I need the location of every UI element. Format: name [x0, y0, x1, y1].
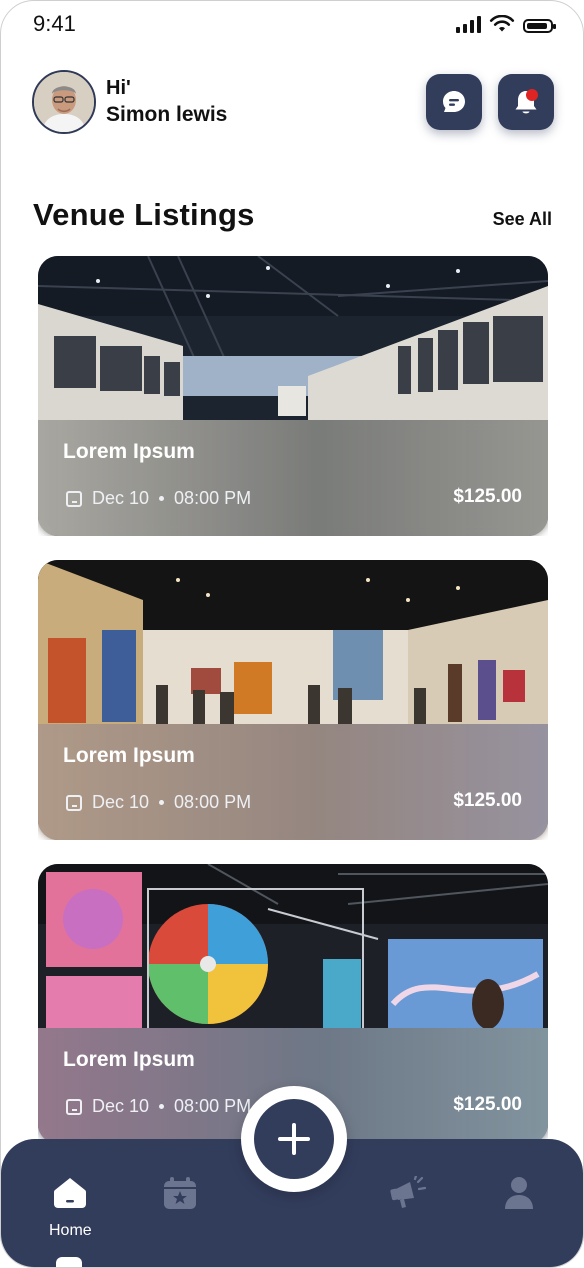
venue-card[interactable]: Lorem Ipsum Dec 10 08:00 PM $125.00	[38, 256, 548, 536]
card-info-panel: Lorem Ipsum Dec 10 08:00 PM $125.00	[38, 724, 548, 840]
wifi-icon	[489, 15, 515, 32]
user-avatar-image	[34, 72, 94, 132]
megaphone-icon	[390, 1176, 427, 1208]
greeting-block: Hi' Simon lewis	[106, 75, 227, 129]
status-icons	[456, 15, 556, 33]
card-info-panel: Lorem Ipsum Dec 10 08:00 PM $125.00	[38, 420, 548, 536]
calendar-icon	[66, 1098, 82, 1115]
greeting-text: Hi'	[106, 77, 131, 99]
avatar[interactable]	[32, 70, 96, 134]
card-time: 08:00 PM	[174, 792, 252, 812]
card-price: $125.00	[453, 790, 522, 811]
card-meta: Dec 10 08:00 PM	[66, 488, 251, 509]
add-button[interactable]	[254, 1099, 334, 1179]
nav-promotions[interactable]	[390, 1176, 428, 1210]
profile-icon	[505, 1177, 533, 1209]
nav-profile[interactable]	[504, 1176, 534, 1210]
calendar-star-icon	[164, 1177, 196, 1209]
card-date: Dec 10	[92, 488, 150, 508]
card-meta: Dec 10 08:00 PM	[66, 792, 251, 813]
user-name: Simon lewis	[106, 103, 228, 126]
card-title: Lorem Ipsum	[63, 744, 195, 767]
calendar-icon	[66, 490, 82, 507]
nav-home-label: Home	[49, 1222, 92, 1239]
chat-button[interactable]	[426, 74, 482, 130]
card-date: Dec 10	[92, 792, 150, 812]
calendar-icon	[66, 794, 82, 811]
venue-card[interactable]: Lorem Ipsum Dec 10 08:00 PM $125.00	[38, 560, 548, 840]
separator-dot	[159, 1104, 165, 1109]
card-title: Lorem Ipsum	[63, 1048, 195, 1071]
phone-screen: 9:41 Hi' Simon lewis Venue Listings See …	[0, 0, 584, 1268]
card-time: 08:00 PM	[174, 1096, 252, 1116]
notification-badge	[526, 89, 538, 101]
section-title: Venue Listings	[33, 197, 255, 232]
card-time: 08:00 PM	[174, 488, 252, 508]
notification-button[interactable]	[498, 74, 554, 130]
card-date: Dec 10	[92, 1096, 150, 1116]
plus-icon	[278, 1123, 310, 1155]
status-time: 9:41	[33, 11, 76, 36]
separator-dot	[159, 800, 165, 805]
card-title: Lorem Ipsum	[63, 440, 195, 463]
card-price: $125.00	[453, 486, 522, 507]
separator-dot	[159, 496, 165, 501]
card-price: $125.00	[453, 1094, 522, 1115]
nav-calendar[interactable]	[162, 1176, 198, 1210]
chat-icon	[443, 91, 465, 112]
signal-icon	[456, 16, 481, 33]
card-meta: Dec 10 08:00 PM	[66, 1096, 251, 1117]
see-all-link[interactable]: See All	[493, 209, 552, 230]
battery-icon	[523, 19, 556, 33]
home-icon	[54, 1178, 87, 1208]
home-active-indicator	[56, 1257, 82, 1267]
nav-home[interactable]: Home	[49, 1176, 92, 1240]
